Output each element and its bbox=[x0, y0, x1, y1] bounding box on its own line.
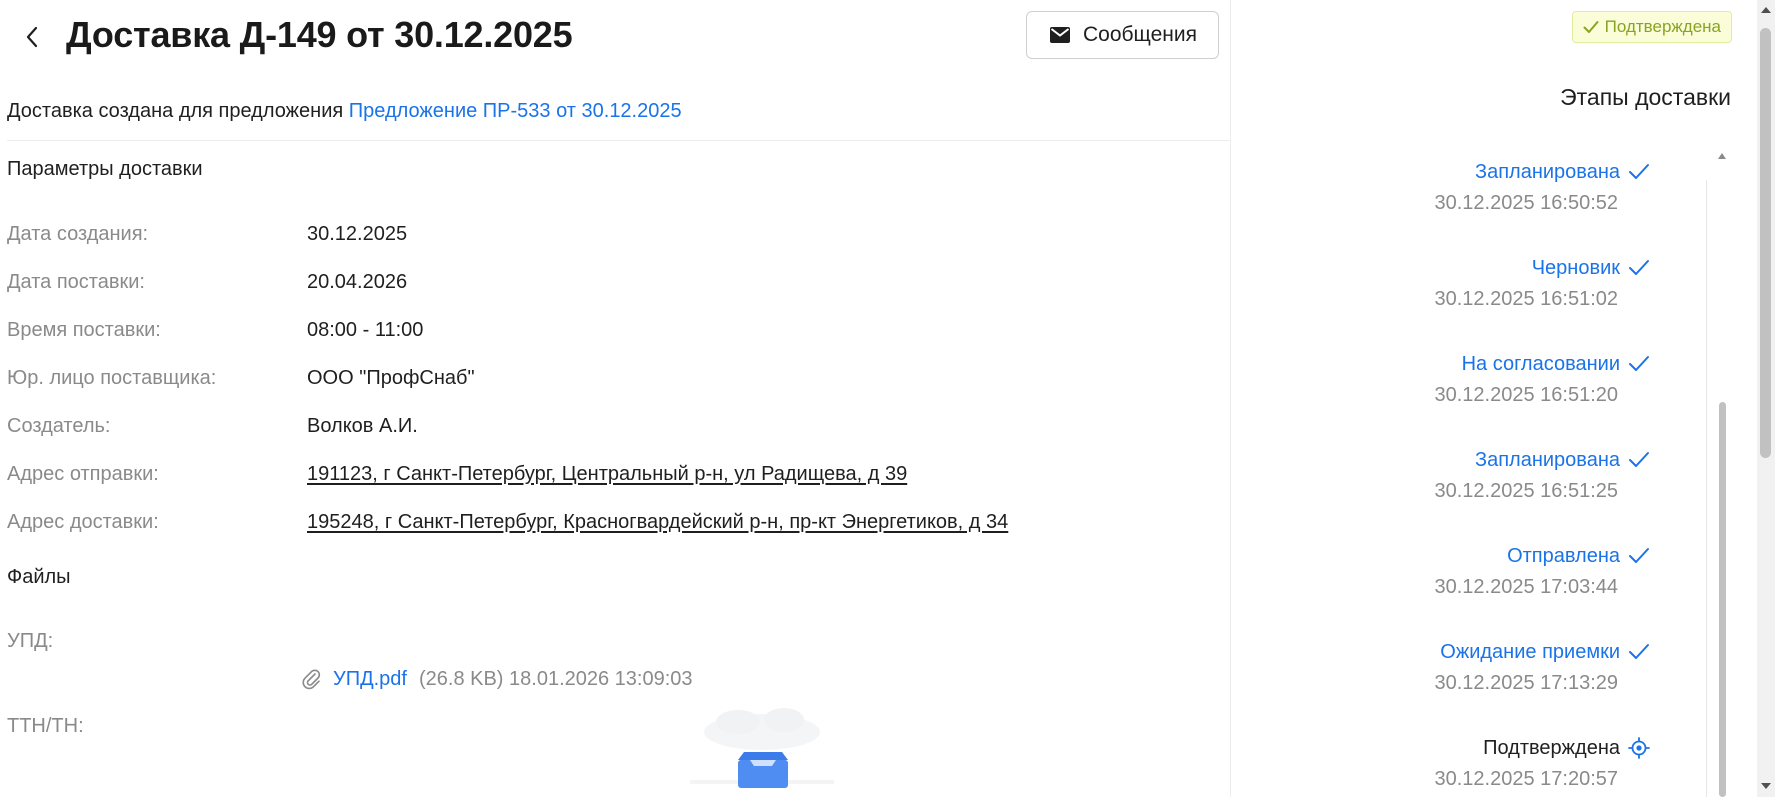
timeline-line bbox=[1706, 180, 1707, 797]
param-row-delivery-date: Дата поставки: 20.04.2026 bbox=[7, 267, 1207, 297]
param-label: Дата создания: bbox=[7, 222, 149, 245]
stage-time: 30.12.2025 16:51:02 bbox=[1434, 288, 1618, 310]
empty-inbox-icon bbox=[690, 708, 834, 788]
stage-time: 30.12.2025 17:03:44 bbox=[1434, 576, 1618, 598]
envelope-icon bbox=[1050, 27, 1070, 43]
file-name-link[interactable]: УПД.pdf bbox=[333, 668, 407, 691]
file-row-ttn: ТТН/ТН: bbox=[7, 711, 1207, 741]
stage-name: Запланирована bbox=[1475, 160, 1620, 183]
stage-time: 30.12.2025 17:20:57 bbox=[1434, 768, 1618, 790]
params-section-title: Параметры доставки bbox=[7, 158, 203, 180]
timeline-scroll-up-icon[interactable] bbox=[1717, 152, 1727, 160]
param-row-delivery-time: Время поставки: 08:00 - 11:00 bbox=[7, 315, 1207, 345]
stage-name: Отправлена bbox=[1507, 544, 1620, 567]
param-label: Юр. лицо поставщика: bbox=[7, 366, 217, 389]
page-title: Доставка Д-149 от 30.12.2025 bbox=[66, 14, 573, 55]
stage-time: 30.12.2025 16:50:52 bbox=[1434, 192, 1618, 214]
status-badge: Подтверждена bbox=[1571, 11, 1732, 43]
stages-title: Этапы доставки bbox=[1560, 84, 1731, 110]
window-scrollbar-thumb[interactable] bbox=[1760, 28, 1771, 458]
divider bbox=[7, 140, 1231, 141]
scroll-down-icon[interactable] bbox=[1760, 782, 1772, 790]
param-row-delivery-address: Адрес доставки: 195248, г Санкт-Петербур… bbox=[7, 507, 1207, 537]
param-label: Время поставки: bbox=[7, 318, 161, 341]
stage-item-current: Подтверждена 30.12.2025 17:20:57 bbox=[1434, 734, 1650, 791]
stage-item: Отправлена 30.12.2025 17:03:44 bbox=[1434, 542, 1650, 599]
param-row-supplier: Юр. лицо поставщика: ООО "ПрофСнаб" bbox=[7, 363, 1207, 393]
stage-name: На согласовании bbox=[1461, 352, 1620, 375]
stage-time: 30.12.2025 17:13:29 bbox=[1434, 672, 1618, 694]
files-section-title: Файлы bbox=[7, 566, 71, 588]
proposal-link[interactable]: Предложение ПР-533 от 30.12.2025 bbox=[349, 100, 682, 122]
sender-address-link[interactable]: 191123, г Санкт-Петербург, Центральный р… bbox=[307, 463, 907, 486]
check-icon bbox=[1629, 644, 1649, 659]
param-label: Создатель: bbox=[7, 414, 111, 437]
check-icon bbox=[1629, 548, 1649, 563]
check-icon bbox=[1629, 164, 1649, 179]
param-value: Волков А.И. bbox=[307, 414, 418, 437]
param-label: Дата поставки: bbox=[7, 270, 145, 293]
timeline-scrollbar-thumb[interactable] bbox=[1719, 402, 1726, 797]
delivery-main-panel: Доставка Д-149 от 30.12.2025 Сообщения Д… bbox=[0, 0, 1231, 797]
stage-name: Запланирована bbox=[1475, 448, 1620, 471]
stage-name: Черновик bbox=[1531, 256, 1620, 279]
messages-button[interactable]: Сообщения bbox=[1026, 11, 1219, 59]
scroll-up-icon[interactable] bbox=[1760, 6, 1772, 14]
stage-time: 30.12.2025 16:51:25 bbox=[1434, 480, 1618, 502]
back-button[interactable] bbox=[18, 22, 46, 52]
param-value: 20.04.2026 bbox=[307, 270, 408, 293]
stages-timeline[interactable]: Запланирована 30.12.2025 16:50:52 Чернов… bbox=[1232, 140, 1702, 797]
delivery-address-link[interactable]: 195248, г Санкт-Петербург, Красногвардей… bbox=[307, 511, 1008, 534]
stage-item: Черновик 30.12.2025 16:51:02 bbox=[1434, 254, 1650, 311]
file-label: УПД: bbox=[7, 629, 54, 652]
stage-name: Подтверждена bbox=[1483, 736, 1620, 759]
file-row-upd: УПД: bbox=[7, 626, 1207, 656]
param-label: Адрес отправки: bbox=[7, 462, 159, 485]
check-icon bbox=[1583, 21, 1599, 33]
param-row-created-date: Дата создания: 30.12.2025 bbox=[7, 219, 1207, 249]
stage-item: Запланирована 30.12.2025 16:50:52 bbox=[1434, 158, 1650, 215]
created-for-line: Доставка создана для предложения Предлож… bbox=[7, 100, 682, 123]
attached-file[interactable]: УПД.pdf (26.8 KB) 18.01.2026 13:09:03 bbox=[301, 664, 693, 694]
param-row-creator: Создатель: Волков А.И. bbox=[7, 411, 1207, 441]
status-badge-label: Подтверждена bbox=[1604, 17, 1721, 36]
param-value: 30.12.2025 bbox=[307, 222, 408, 245]
param-label: Адрес доставки: bbox=[7, 510, 159, 533]
stage-item: Ожидание приемки 30.12.2025 17:13:29 bbox=[1434, 638, 1650, 695]
locate-icon bbox=[1628, 737, 1650, 759]
file-label: ТТН/ТН: bbox=[7, 714, 84, 737]
created-for-prefix: Доставка создана для предложения bbox=[7, 100, 344, 122]
chevron-left-icon bbox=[26, 26, 38, 48]
check-icon bbox=[1629, 452, 1649, 467]
check-icon bbox=[1629, 260, 1649, 275]
check-icon bbox=[1629, 356, 1649, 371]
paperclip-icon bbox=[302, 669, 321, 690]
stage-time: 30.12.2025 16:51:20 bbox=[1434, 384, 1618, 406]
param-value: 08:00 - 11:00 bbox=[307, 318, 424, 341]
messages-button-label: Сообщения bbox=[1083, 23, 1197, 46]
param-value: ООО "ПрофСнаб" bbox=[307, 366, 475, 389]
stage-item: На согласовании 30.12.2025 16:51:20 bbox=[1434, 350, 1650, 407]
file-meta: (26.8 KB) 18.01.2026 13:09:03 bbox=[418, 667, 693, 690]
stage-item: Запланирована 30.12.2025 16:51:25 bbox=[1434, 446, 1650, 503]
param-row-sender-address: Адрес отправки: 191123, г Санкт-Петербур… bbox=[7, 459, 1207, 489]
stage-name: Ожидание приемки bbox=[1440, 640, 1620, 663]
